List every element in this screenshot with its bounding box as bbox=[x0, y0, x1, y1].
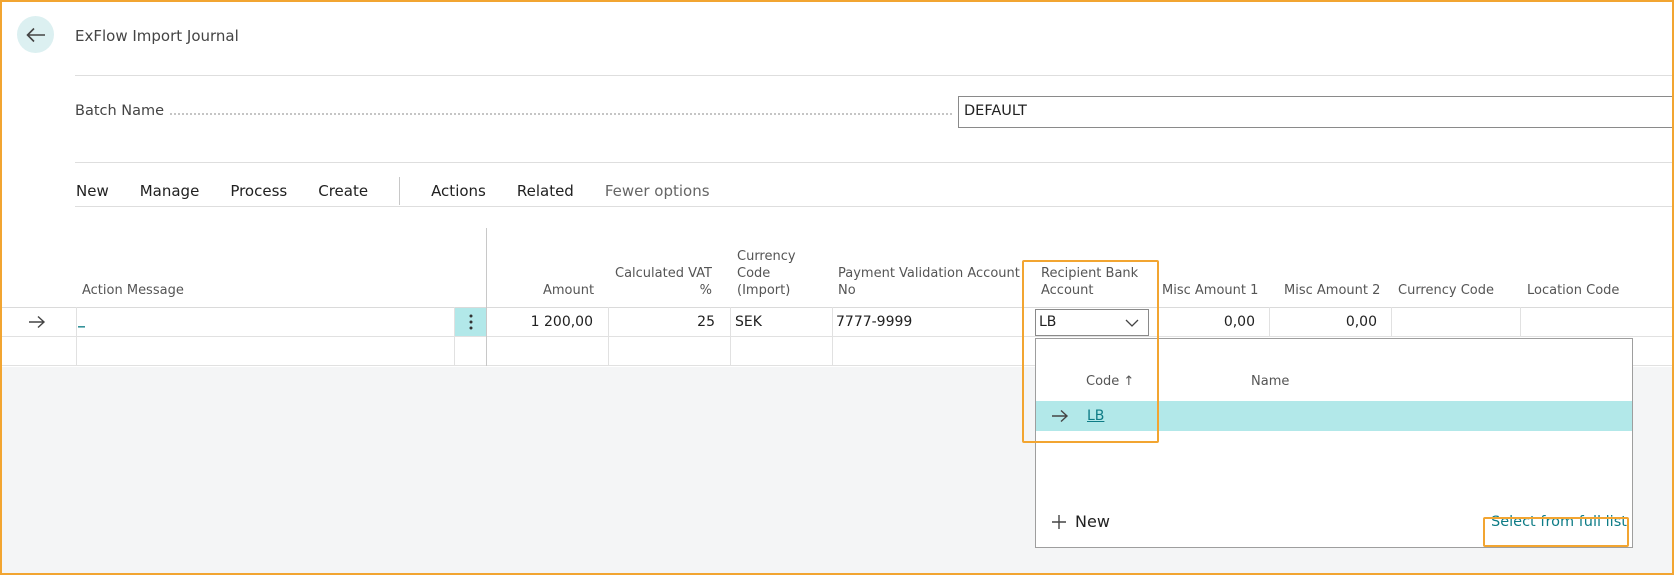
col-misc-amount-1[interactable]: Misc Amount 1 bbox=[1162, 282, 1258, 299]
grid-vline bbox=[1520, 307, 1521, 337]
col-amount[interactable]: Amount bbox=[543, 282, 594, 299]
grid-vline bbox=[76, 307, 77, 366]
col-misc-amount-2[interactable]: Misc Amount 2 bbox=[1284, 282, 1380, 299]
col-action-message[interactable]: Action Message bbox=[82, 282, 184, 299]
col-cci-line2: Code bbox=[737, 266, 771, 281]
batch-name-field[interactable]: DEFAULT bbox=[958, 96, 1674, 128]
action-separator bbox=[399, 177, 401, 205]
cell-misc-amount-1[interactable]: 0,00 bbox=[1155, 314, 1255, 330]
batch-name-label: Batch Name bbox=[75, 103, 165, 119]
action-manage[interactable]: Manage bbox=[140, 182, 200, 200]
col-calculated-vat-line1: Calculated VAT bbox=[615, 266, 712, 281]
divider bbox=[75, 206, 1674, 207]
back-button[interactable] bbox=[17, 16, 54, 53]
plus-icon bbox=[1052, 514, 1066, 529]
col-currency-code[interactable]: Currency Code bbox=[1398, 282, 1494, 299]
grid-vline bbox=[730, 307, 731, 366]
lookup-name-header[interactable]: Name bbox=[1251, 374, 1289, 389]
grid-vline bbox=[608, 307, 609, 366]
action-related[interactable]: Related bbox=[517, 182, 574, 200]
cell-calculated-vat[interactable]: 25 bbox=[612, 314, 715, 330]
col-pv-line1: Payment Validation Account bbox=[838, 266, 1020, 281]
grid-vline bbox=[832, 307, 833, 366]
action-create[interactable]: Create bbox=[318, 182, 368, 200]
grid-vline bbox=[1269, 307, 1270, 337]
col-cci-line1: Currency bbox=[737, 249, 796, 264]
highlight-outline bbox=[1483, 517, 1629, 547]
action-new[interactable]: New bbox=[76, 182, 109, 200]
col-calculated-vat-line2: % bbox=[699, 283, 712, 298]
lookup-new-label: New bbox=[1075, 512, 1110, 531]
row-selected-arrow-icon bbox=[28, 314, 46, 333]
col-currency-code-import[interactable]: Currency Code (Import) bbox=[737, 248, 796, 299]
highlight-outline bbox=[1022, 260, 1159, 443]
action-message-input[interactable]: _ bbox=[78, 308, 454, 336]
arrow-left-icon bbox=[25, 27, 45, 42]
action-process[interactable]: Process bbox=[230, 182, 287, 200]
page-title: ExFlow Import Journal bbox=[75, 27, 239, 45]
col-pv-line2: No bbox=[838, 283, 856, 298]
cell-payment-validation[interactable]: 7777-9999 bbox=[836, 314, 912, 330]
divider bbox=[75, 162, 1674, 163]
grid-line bbox=[0, 336, 1674, 337]
row-menu-button[interactable] bbox=[455, 308, 486, 336]
cell-misc-amount-2[interactable]: 0,00 bbox=[1277, 314, 1377, 330]
divider bbox=[75, 75, 1674, 76]
cell-currency-code-import[interactable]: SEK bbox=[735, 314, 762, 330]
more-vertical-icon bbox=[469, 314, 472, 330]
lookup-new-button[interactable]: New bbox=[1051, 512, 1110, 531]
grid-vline bbox=[1391, 307, 1392, 337]
col-location-code[interactable]: Location Code bbox=[1527, 282, 1619, 299]
col-payment-validation[interactable]: Payment Validation Account No bbox=[838, 265, 1020, 299]
action-actions[interactable]: Actions bbox=[431, 182, 486, 200]
action-fewer-options[interactable]: Fewer options bbox=[605, 182, 710, 200]
col-cci-line3: (Import) bbox=[737, 283, 791, 298]
col-calculated-vat[interactable]: Calculated VAT % bbox=[612, 265, 712, 299]
field-leader-dots bbox=[170, 113, 952, 115]
cell-amount[interactable]: 1 200,00 bbox=[488, 314, 593, 330]
grid-vline bbox=[486, 228, 487, 366]
action-bar: New Manage Process Create Actions Relate… bbox=[76, 177, 741, 205]
